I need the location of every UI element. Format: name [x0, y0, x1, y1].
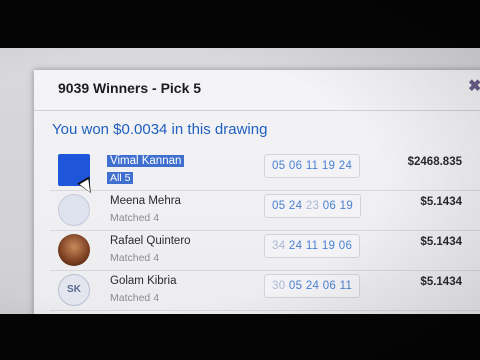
winnings-summary: You won $0.0034 in this drawing [52, 121, 268, 138]
pick-number: 05 [272, 200, 286, 212]
picked-numbers: 05 24 23 06 19 [264, 194, 362, 218]
avatar [58, 234, 90, 266]
pick-number: 05 [288, 280, 303, 292]
match-status: Matched 4 [110, 292, 160, 304]
pick-number: 34 [272, 240, 286, 252]
winner-name[interactable]: Meena Mehra [110, 195, 181, 207]
pick-number: 11 [305, 240, 319, 252]
winner-name[interactable]: Vimal Kannan [107, 155, 185, 167]
default-avatar-icon [58, 194, 90, 226]
winners-dialog: 9039 Winners - Pick 5 ✖ You won $0.0034 … [34, 70, 480, 314]
dialog-title: 9039 Winners - Pick 5 [58, 80, 202, 96]
match-status: Matched 4 [110, 252, 160, 264]
pick-number: 06 [322, 280, 337, 292]
winner-row[interactable]: Vimal Kannan All 5 05 06 11 19 24 $2468.835 [50, 150, 480, 191]
prize-amount: $5.1434 [420, 236, 462, 248]
pick-number: 30 [272, 280, 286, 292]
pick-number: 19 [339, 200, 354, 212]
winner-row[interactable]: SK Golam Kibria Matched 4 30 05 24 06 11 $5.… [50, 270, 480, 311]
close-icon[interactable]: ✖ [468, 76, 480, 96]
picked-numbers: 05 06 11 19 24 [264, 154, 361, 178]
winner-row[interactable]: Meena Mehra Matched 4 05 24 23 06 19 $5.143… [50, 190, 480, 231]
pick-number: 19 [321, 160, 336, 172]
pick-number: 24 [288, 240, 303, 252]
winner-name[interactable]: Rafael Quintero [110, 235, 191, 247]
pick-number: 11 [305, 160, 319, 172]
screen: 9039 Winners - Pick 5 ✖ You won $0.0034 … [0, 48, 480, 314]
pick-number: 23 [305, 200, 320, 212]
match-status: Matched 4 [110, 212, 160, 224]
prize-amount: $2468.835 [407, 156, 462, 168]
winner-name[interactable]: Golam Kibria [110, 275, 176, 287]
match-status: All 5 [107, 172, 134, 184]
pick-number: 19 [321, 240, 336, 252]
pick-number: 06 [322, 200, 337, 212]
picked-numbers: 34 24 11 19 06 [264, 234, 361, 258]
pick-number: 11 [339, 280, 353, 292]
pick-number: 06 [338, 240, 353, 252]
title-divider [34, 110, 480, 111]
pick-number: 24 [338, 160, 353, 172]
prize-amount: $5.1434 [420, 276, 462, 288]
picked-numbers: 30 05 24 06 11 [264, 274, 361, 298]
pick-number: 06 [288, 160, 303, 172]
row-divider [50, 310, 480, 311]
pick-number: 24 [288, 200, 303, 212]
winner-row[interactable]: Rafael Quintero Matched 4 34 24 11 19 06 $5… [50, 230, 480, 271]
monitor-bezel: 9039 Winners - Pick 5 ✖ You won $0.0034 … [0, 0, 480, 360]
pick-number: 05 [272, 160, 286, 172]
avatar: SK [58, 274, 90, 306]
prize-amount: $5.1434 [420, 196, 462, 208]
pick-number: 24 [305, 280, 320, 292]
